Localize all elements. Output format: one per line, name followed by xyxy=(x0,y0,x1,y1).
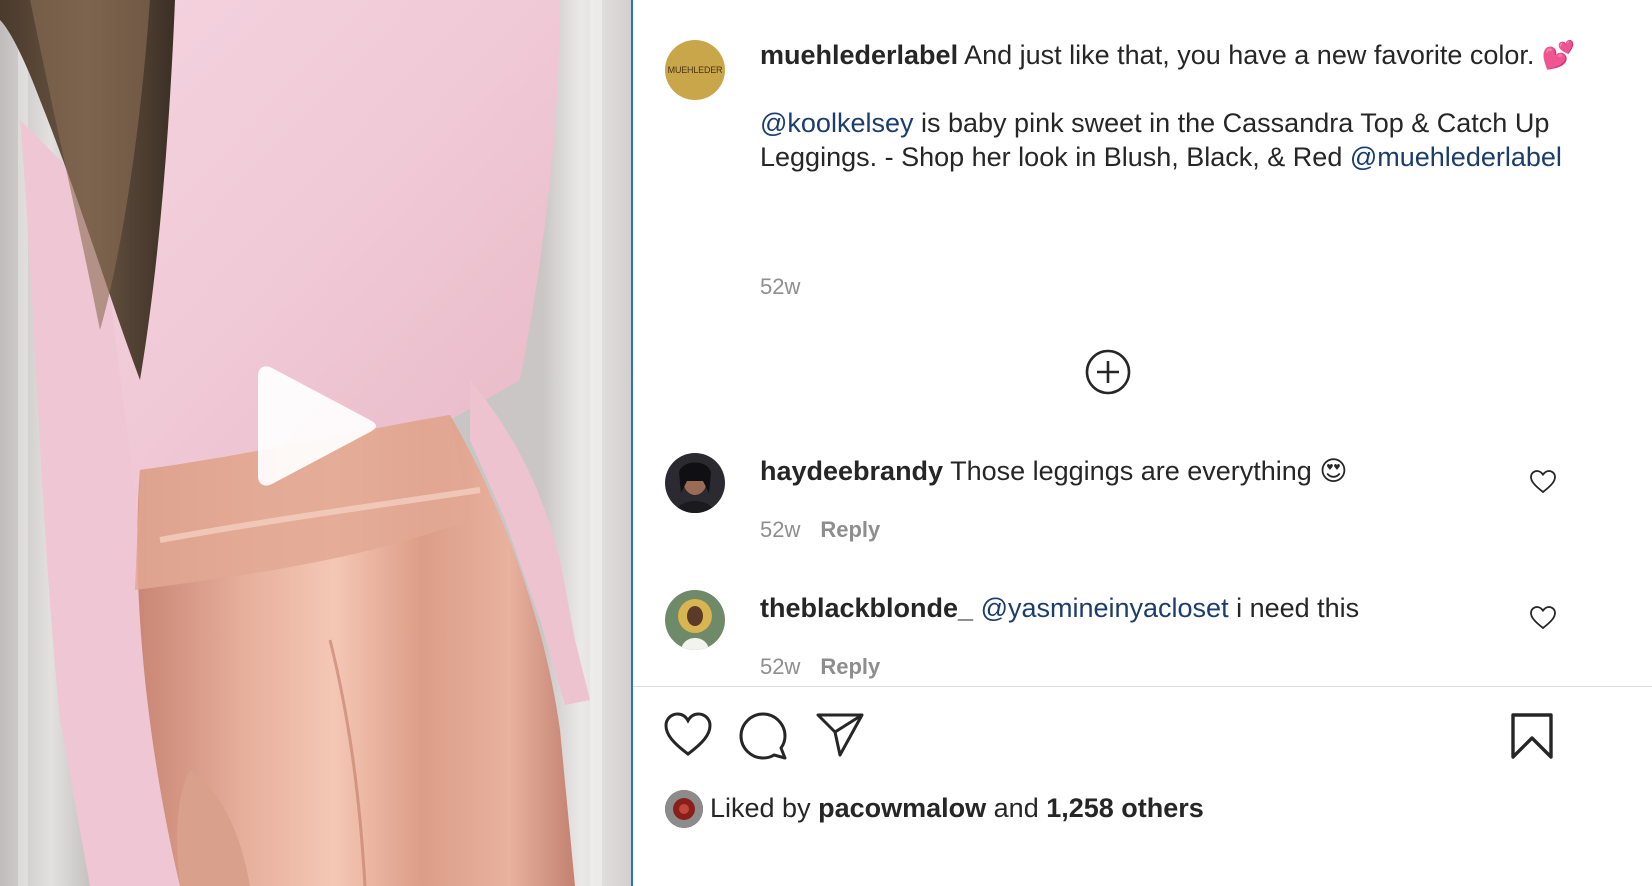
likes-joiner: and xyxy=(993,793,1039,823)
comment-meta: 52w Reply xyxy=(760,517,880,543)
post-side-panel: MUEHLEDER muehlederlabel And just like t… xyxy=(633,0,1652,886)
liker-avatar[interactable] xyxy=(665,790,703,828)
heart-icon[interactable] xyxy=(664,712,712,758)
author-avatar-text: MUEHLEDER xyxy=(667,65,723,75)
comment-username[interactable]: haydeebrandy xyxy=(760,456,943,486)
comment-item: theblackblonde_ @yasmineinyacloset i nee… xyxy=(760,591,1580,625)
comment-reply-button[interactable]: Reply xyxy=(820,654,880,679)
comment-icon[interactable] xyxy=(739,712,787,760)
post-timestamp[interactable]: 52w xyxy=(760,274,800,300)
likes-user[interactable]: pacowmalow xyxy=(818,793,986,823)
comment-text: Those leggings are everything 😍 xyxy=(950,456,1348,486)
comment-avatar-haydeebrandy[interactable] xyxy=(665,453,725,513)
play-icon[interactable] xyxy=(258,362,380,490)
caption-first-line: muehlederlabel And just like that, you h… xyxy=(760,38,1630,72)
post-caption: muehlederlabel And just like that, you h… xyxy=(760,38,1630,174)
caption-mention-muehlederlabel[interactable]: @muehlederlabel xyxy=(1350,142,1562,172)
post-dialog: MUEHLEDER muehlederlabel And just like t… xyxy=(0,0,1652,886)
post-video[interactable] xyxy=(0,0,631,886)
comment-like-heart-icon[interactable] xyxy=(1530,470,1556,494)
comment-like-heart-icon[interactable] xyxy=(1530,606,1556,630)
caption-second-para: @koolkelsey is baby pink sweet in the Ca… xyxy=(760,106,1630,174)
author-avatar[interactable]: MUEHLEDER xyxy=(665,40,725,100)
comment-meta: 52w Reply xyxy=(760,654,880,680)
actions-divider xyxy=(633,686,1652,687)
share-icon[interactable] xyxy=(816,712,864,758)
caption-author[interactable]: muehlederlabel xyxy=(760,40,958,70)
comment-item: haydeebrandy Those leggings are everythi… xyxy=(760,454,1580,488)
likes-prefix: Liked by xyxy=(710,793,811,823)
comment-text: i need this xyxy=(1236,593,1360,623)
comment-timestamp[interactable]: 52w xyxy=(760,517,800,542)
comment-reply-button[interactable]: Reply xyxy=(820,517,880,542)
likes-others[interactable]: 1,258 others xyxy=(1046,793,1204,823)
comment-avatar-theblackblonde[interactable] xyxy=(665,590,725,650)
plus-circle-icon[interactable] xyxy=(1085,349,1131,395)
caption-mention-koolkelsey[interactable]: @koolkelsey xyxy=(760,108,913,138)
comment-username[interactable]: theblackblonde_ xyxy=(760,593,973,623)
likes-summary: Liked by pacowmalow and 1,258 others xyxy=(710,791,1204,825)
bookmark-icon[interactable] xyxy=(1510,712,1554,760)
comment-mention[interactable]: @yasmineinyacloset xyxy=(981,593,1229,623)
caption-text: And just like that, you have a new favor… xyxy=(964,40,1576,70)
comment-timestamp[interactable]: 52w xyxy=(760,654,800,679)
